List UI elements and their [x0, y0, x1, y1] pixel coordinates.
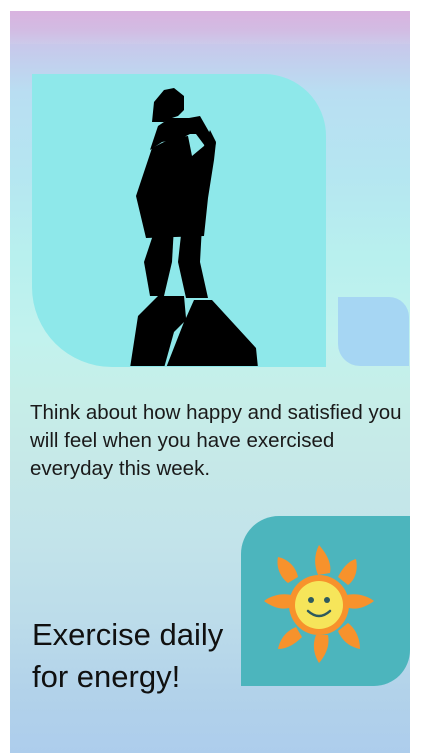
smiling-sun-icon [264, 545, 374, 663]
hero-card [32, 74, 326, 367]
app-panel: Think about how happy and satisfied you … [10, 11, 410, 753]
tagline: Exercise daily for energy! [32, 614, 252, 698]
tagline-line-2: for energy! [32, 659, 181, 694]
small-accent-card [338, 297, 409, 366]
motivation-text: Think about how happy and satisfied you … [30, 401, 402, 480]
sun-card [241, 516, 410, 686]
standing-person-silhouette-icon [130, 88, 258, 366]
top-margin [0, 0, 421, 11]
tagline-line-1: Exercise daily [32, 617, 224, 652]
header-band [10, 11, 410, 44]
